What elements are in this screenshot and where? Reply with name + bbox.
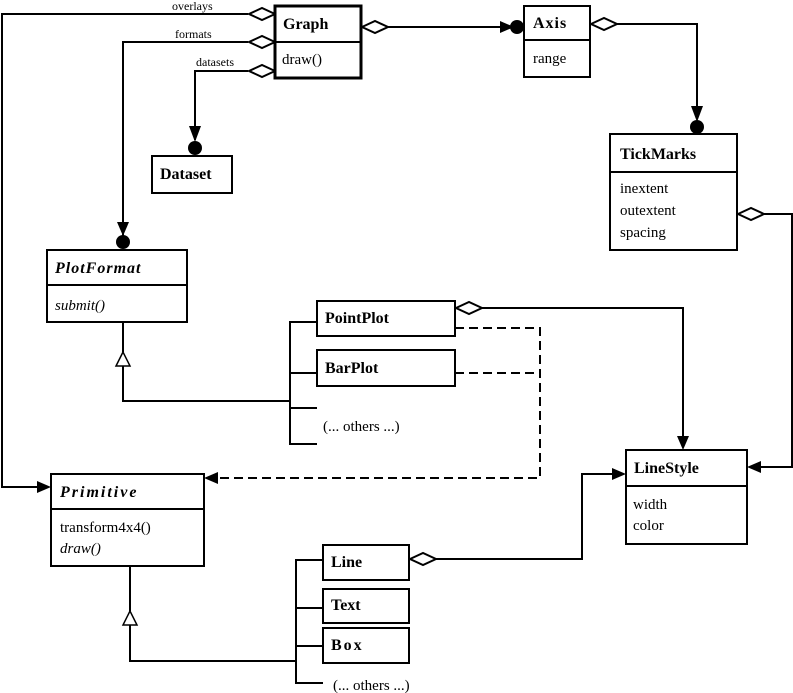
- aggregation-diamond-icon: [453, 300, 485, 316]
- class-text[interactable]: Text: [322, 588, 410, 624]
- class-axis[interactable]: Axis range: [523, 5, 591, 78]
- aggregation-diamond-icon: [735, 206, 767, 222]
- class-tickmarks[interactable]: TickMarks inextent outextent spacing: [609, 133, 738, 251]
- aggregation-diamond-icon: [407, 551, 439, 567]
- inheritance-triangle-icon: [121, 609, 139, 626]
- arrowhead-icon: [677, 436, 689, 450]
- attribute: width: [633, 497, 668, 513]
- plot-others-label: (... others ...): [323, 419, 400, 435]
- aggregation-diamond-icon: [246, 6, 278, 22]
- class-name: TickMarks: [620, 146, 696, 163]
- attribute: outextent: [620, 203, 677, 219]
- class-name: Axis: [533, 15, 567, 32]
- class-name: LineStyle: [634, 460, 699, 477]
- attribute: range: [533, 51, 567, 67]
- class-name: BarPlot: [325, 360, 379, 377]
- arrowhead-icon: [691, 106, 703, 122]
- operation: submit(): [55, 298, 105, 314]
- axis-tickmarks-association: [617, 23, 698, 118]
- class-name: Graph: [283, 16, 328, 33]
- many-dot-icon: [116, 235, 130, 249]
- role-datasets: datasets: [196, 55, 234, 69]
- many-dot-icon: [690, 120, 704, 134]
- many-dot-icon: [510, 20, 524, 34]
- aggregation-diamond-icon: [246, 34, 278, 50]
- class-diagram: overlays formats datasets Graph draw() A…: [1, 0, 793, 693]
- class-barplot[interactable]: BarPlot: [316, 349, 456, 387]
- class-name: Primitive: [59, 484, 138, 501]
- arrowhead-icon: [204, 472, 218, 484]
- operation: transform4x4(): [60, 520, 151, 536]
- aggregation-diamond-icon: [588, 16, 620, 32]
- class-box[interactable]: Box: [322, 627, 410, 664]
- class-dataset[interactable]: Dataset: [151, 155, 233, 194]
- aggregation-diamond-icon: [359, 19, 391, 35]
- operation: draw(): [282, 52, 322, 68]
- attribute: spacing: [620, 225, 666, 241]
- class-name: PlotFormat: [54, 260, 141, 277]
- datasets-association: [194, 70, 248, 140]
- arrowhead-icon: [612, 468, 626, 480]
- class-name: Box: [331, 637, 364, 654]
- class-graph[interactable]: Graph draw(): [273, 4, 363, 80]
- attribute: color: [633, 518, 664, 534]
- class-name: Text: [331, 597, 361, 614]
- line-linestyle-association: [436, 473, 614, 560]
- class-name: Dataset: [160, 166, 212, 183]
- class-pointplot[interactable]: PointPlot: [316, 300, 456, 337]
- tickmarks-linestyle-association: [758, 213, 793, 468]
- class-primitive[interactable]: Primitive transform4x4() draw(): [50, 473, 205, 567]
- aggregation-diamond-icon: [246, 63, 278, 79]
- class-name: PointPlot: [325, 310, 390, 327]
- primitive-others-label: (... others ...): [333, 678, 410, 693]
- arrowhead-icon: [189, 126, 201, 142]
- operation: draw(): [60, 541, 101, 557]
- attribute: inextent: [620, 181, 669, 197]
- class-line[interactable]: Line: [322, 544, 410, 581]
- arrowhead-icon: [37, 481, 51, 493]
- many-dot-icon: [188, 141, 202, 155]
- class-name: Line: [331, 554, 362, 571]
- arrowhead-icon: [117, 222, 129, 236]
- plotformat-generalization: [122, 366, 290, 402]
- class-linestyle[interactable]: LineStyle width color: [625, 449, 748, 545]
- arrowhead-icon: [747, 461, 761, 473]
- inheritance-triangle-icon: [114, 350, 132, 367]
- role-formats: formats: [175, 27, 212, 41]
- primitive-generalization: [129, 625, 296, 662]
- role-overlays: overlays: [172, 0, 213, 13]
- class-plotformat[interactable]: PlotFormat submit(): [46, 249, 188, 323]
